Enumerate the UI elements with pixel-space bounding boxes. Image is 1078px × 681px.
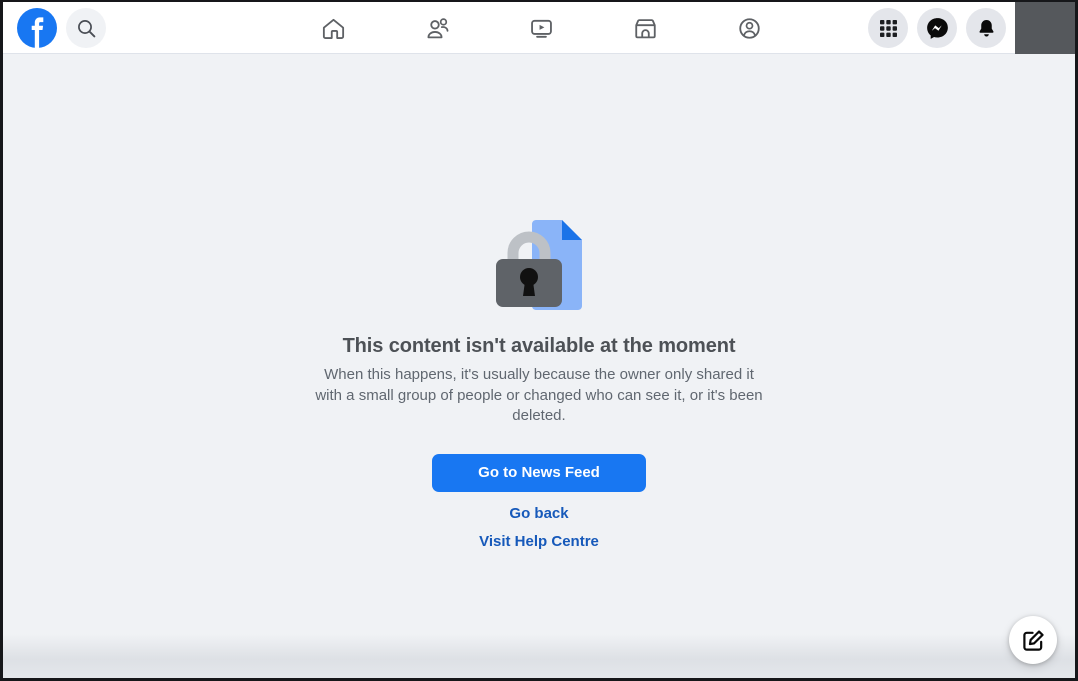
go-to-news-feed-button[interactable]: Go to News Feed <box>432 453 646 492</box>
main-content-area: This content isn't available at the mome… <box>3 54 1075 678</box>
notifications-button[interactable] <box>966 8 1006 48</box>
create-post-button[interactable] <box>1009 616 1057 664</box>
facebook-logo-glyph <box>17 8 57 48</box>
home-icon <box>322 18 344 39</box>
search-icon <box>77 19 95 37</box>
visit-help-centre-link[interactable]: Visit Help Centre <box>3 533 1075 550</box>
avatar[interactable] <box>1015 2 1075 54</box>
explanation-text: When this happens, it's usually because … <box>315 366 763 424</box>
bell-icon <box>978 19 994 37</box>
messenger-icon <box>926 17 948 39</box>
sidebar-item-friends[interactable] <box>385 5 489 51</box>
facebook-logo-icon[interactable] <box>17 8 57 48</box>
grid-menu-icon <box>879 19 897 37</box>
grid-menu-button[interactable] <box>868 8 908 48</box>
video-play-icon <box>530 19 552 38</box>
content-unavailable-card: This content isn't available at the mome… <box>3 214 1075 550</box>
sidebar-item-groups[interactable] <box>697 5 801 51</box>
marketplace-storefront-icon <box>634 18 656 38</box>
locked-document-icon <box>496 220 582 310</box>
sidebar-item-video[interactable] <box>489 5 593 51</box>
go-back-link[interactable]: Go back <box>3 505 1075 522</box>
page-title: This content isn't available at the mome… <box>342 335 736 357</box>
sidebar-item-marketplace[interactable] <box>593 5 697 51</box>
header-left-group <box>17 2 106 54</box>
browser-window: This content isn't available at the mome… <box>0 0 1078 681</box>
sidebar-item-home[interactable] <box>281 5 385 51</box>
search-button[interactable] <box>66 8 106 48</box>
bottom-gradient-overlay <box>3 634 1075 678</box>
header-nav-tabs <box>281 2 801 54</box>
groups-icon <box>738 17 760 39</box>
friends-icon <box>427 17 448 38</box>
header-right-group <box>868 2 1075 54</box>
facebook-top-navigation-bar <box>3 2 1075 54</box>
compose-pencil-icon <box>1022 629 1044 651</box>
messenger-button[interactable] <box>917 8 957 48</box>
